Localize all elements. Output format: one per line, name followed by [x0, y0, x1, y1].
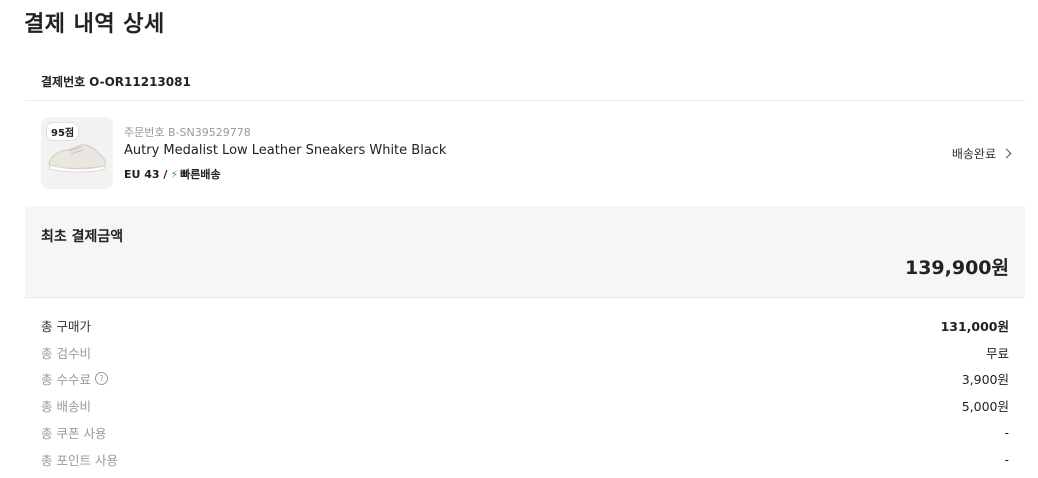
price-row: 총 쿠폰 사용 - — [41, 419, 1009, 446]
price-row-label: 총 쿠폰 사용 — [41, 426, 107, 442]
total-payment-label: 최초 결제금액 — [41, 229, 124, 245]
price-row-value: 3,900원 — [961, 372, 1009, 388]
price-row: 총 포인트 사용 - — [41, 446, 1009, 473]
price-row-label: 총 수수료 — [41, 372, 91, 388]
price-row-value: - — [1004, 425, 1009, 441]
price-row: 총 배송비 5,000원 — [41, 392, 1009, 419]
page-title: 결제 내역 상세 — [24, 12, 165, 37]
product-name[interactable]: Autry Medalist Low Leather Sneakers Whit… — [124, 143, 446, 158]
payment-number-label: 결제번호 — [41, 75, 86, 89]
delivery-status-link[interactable]: 배송완료 — [951, 145, 1012, 162]
price-row-value: - — [1004, 451, 1009, 467]
lightning-icon: ⚡ — [170, 167, 179, 181]
total-payment-panel: 최초 결제금액 139,900원 — [25, 206, 1025, 298]
price-row-value: 무료 — [985, 345, 1009, 361]
price-breakdown: 총 구매가 131,000원 총 검수비 무료 총 수수료 ? 3,900원 총… — [41, 312, 1009, 473]
price-row-label: 총 구매가 — [41, 318, 91, 334]
payment-number-value: O-OR11213081 — [89, 75, 191, 89]
price-row-label: 총 검수비 — [41, 345, 91, 361]
chevron-right-icon — [1001, 148, 1012, 159]
price-row: 총 수수료 ? 3,900원 — [41, 366, 1009, 393]
product-options: EU 43 / ⚡ 빠른배송 — [124, 166, 221, 182]
total-payment-amount: 139,900원 — [904, 257, 1009, 279]
price-row-label-wrap: 총 수수료 ? — [41, 369, 108, 388]
delivery-status-label: 배송완료 — [951, 147, 996, 161]
price-row-value: 5,000원 — [961, 399, 1009, 415]
divider — [25, 100, 1025, 101]
price-row-label: 총 포인트 사용 — [41, 452, 118, 468]
size-label: EU 43 / — [124, 167, 168, 181]
order-number: 주문번호 B-SN39529778 — [124, 126, 251, 139]
price-row-value: 131,000원 — [940, 318, 1009, 334]
price-row: 총 검수비 무료 — [41, 339, 1009, 366]
price-row-label: 총 배송비 — [41, 399, 91, 415]
payment-number: 결제번호 O-OR11213081 — [41, 73, 191, 90]
delivery-type: 빠른배송 — [180, 168, 221, 181]
product-thumbnail[interactable]: 95점 — [41, 117, 113, 189]
help-icon[interactable]: ? — [94, 372, 108, 386]
score-badge: 95점 — [47, 123, 79, 140]
price-row: 총 구매가 131,000원 — [41, 312, 1009, 339]
